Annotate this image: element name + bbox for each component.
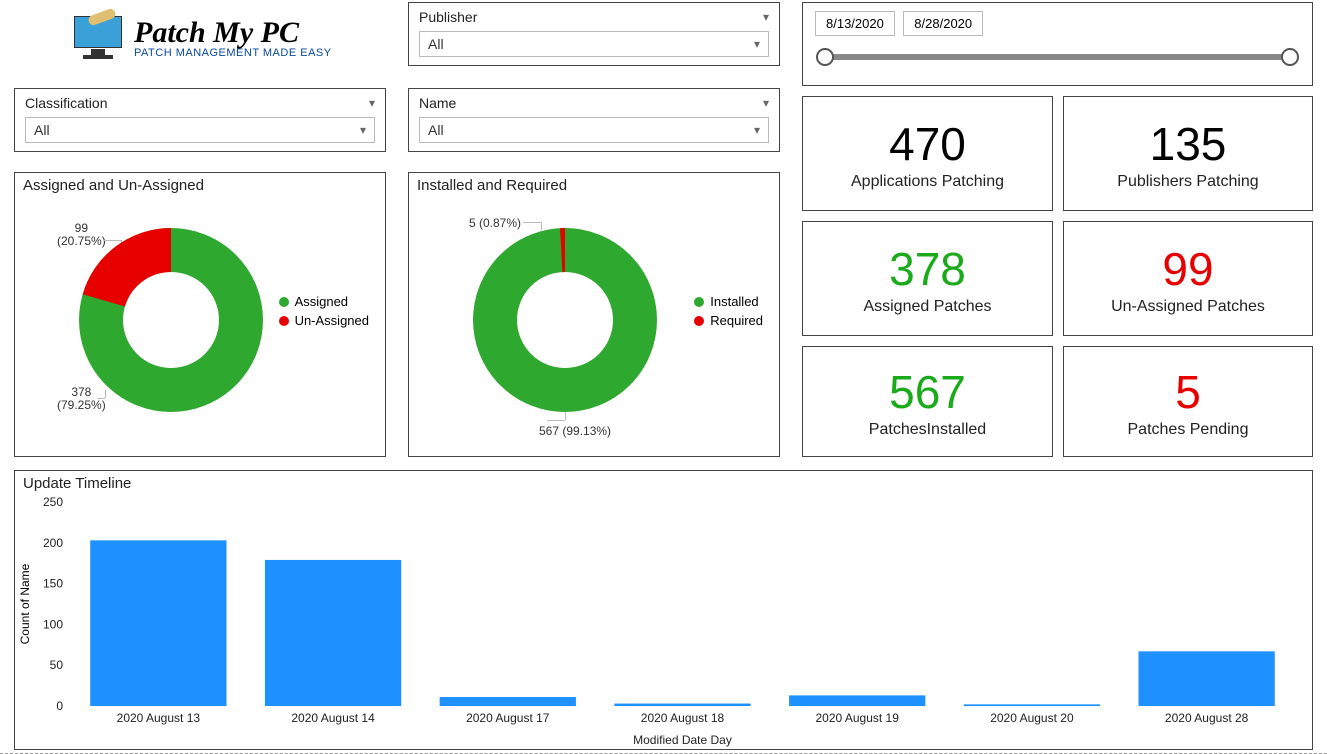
kpi-label: Un-Assigned Patches [1111,298,1265,316]
date-slider-handle-start[interactable] [816,48,834,66]
chart-title: Installed and Required [409,173,779,198]
kpi-unassigned-patches[interactable]: 99 Un-Assigned Patches [1063,221,1313,336]
svg-text:Count of Name: Count of Name [18,563,32,644]
chart-legend: Assigned Un-Assigned [279,294,369,332]
kpi-label: Patches Pending [1128,421,1249,439]
svg-text:Modified Date Day: Modified Date Day [633,733,732,747]
logo-icon [70,12,128,64]
kpi-value: 378 [889,242,966,296]
chart-title: Assigned and Un-Assigned [15,173,385,198]
chevron-down-icon[interactable]: ▾ [763,10,769,24]
legend-label: Required [710,313,763,328]
filter-classification-value: All [34,122,50,138]
bar-chart-svg: 0 50 100 150 200 250 2020 August 13 2020 August… [15,496,1314,748]
filter-name-label: Name [419,95,456,111]
logo-main-text: Patch My PC [134,18,332,48]
donut-svg-installed [465,220,665,420]
kpi-patches-pending[interactable]: 5 Patches Pending [1063,346,1313,457]
filter-publisher-label: Publisher [419,9,477,25]
svg-text:100: 100 [43,617,63,631]
legend-label: Assigned [295,294,348,309]
legend-item[interactable]: Assigned [279,294,369,309]
svg-text:2020 August 20: 2020 August 20 [990,711,1074,725]
chevron-down-icon[interactable]: ▾ [369,96,375,110]
chart-assigned-unassigned[interactable]: Assigned and Un-Assigned 99 (20.75%) 378… [14,172,386,457]
filter-classification: Classification ▾ All ▾ [14,88,386,152]
svg-text:2020 August 17: 2020 August 17 [466,711,550,725]
kpi-applications-patching[interactable]: 470 Applications Patching [802,96,1053,211]
kpi-publishers-patching[interactable]: 135 Publishers Patching [1063,96,1313,211]
chevron-down-icon[interactable]: ▾ [763,96,769,110]
date-slider-track[interactable] [825,54,1290,60]
chart-update-timeline[interactable]: Update Timeline 0 50 100 150 200 250 2020 Augu… [14,470,1313,750]
svg-text:2020 August 14: 2020 August 14 [291,711,375,725]
kpi-label: Assigned Patches [863,298,991,316]
legend-dot-icon [694,316,704,326]
filter-publisher-value: All [428,36,444,52]
chart-legend: Installed Required [694,294,763,332]
date-range-card: 8/13/2020 8/28/2020 [802,2,1313,86]
kpi-patches-installed[interactable]: 567 PatchesInstalled [802,346,1053,457]
legend-label: Un-Assigned [295,313,369,328]
donut-svg-assigned [71,220,271,420]
svg-text:250: 250 [43,496,63,509]
legend-dot-icon [279,316,289,326]
filter-classification-select[interactable]: All ▾ [25,117,375,143]
chart-title: Update Timeline [15,471,1312,496]
legend-dot-icon [279,297,289,307]
kpi-value: 135 [1150,117,1227,171]
legend-item[interactable]: Un-Assigned [279,313,369,328]
svg-text:2020 August 28: 2020 August 28 [1165,711,1249,725]
svg-text:150: 150 [43,577,63,591]
kpi-value: 470 [889,117,966,171]
kpi-value: 567 [889,365,966,419]
svg-text:50: 50 [50,658,64,672]
chart-installed-required[interactable]: Installed and Required 5 (0.87%) 567 (99… [408,172,780,457]
kpi-label: Publishers Patching [1117,173,1258,191]
chevron-down-icon: ▾ [360,123,366,137]
leader-line [547,420,565,421]
date-start-input[interactable]: 8/13/2020 [815,11,895,36]
filter-name-select[interactable]: All ▾ [419,117,769,143]
kpi-label: PatchesInstalled [869,421,986,439]
logo-sub-text: PATCH MANAGEMENT MADE EASY [134,48,332,59]
chevron-down-icon: ▾ [754,37,760,51]
filter-publisher: Publisher ▾ All ▾ [408,2,780,66]
svg-text:200: 200 [43,536,63,550]
legend-dot-icon [694,297,704,307]
kpi-value: 99 [1162,242,1213,296]
chevron-down-icon: ▾ [754,123,760,137]
svg-text:2020 August 18: 2020 August 18 [641,711,725,725]
filter-publisher-select[interactable]: All ▾ [419,31,769,57]
legend-item[interactable]: Installed [694,294,763,309]
legend-item[interactable]: Required [694,313,763,328]
filter-name-value: All [428,122,444,138]
filter-classification-label: Classification [25,95,107,111]
svg-text:0: 0 [56,699,63,713]
filter-name: Name ▾ All ▾ [408,88,780,152]
donut-label-installed: 567 (99.13%) [539,424,611,438]
kpi-assigned-patches[interactable]: 378 Assigned Patches [802,221,1053,336]
date-end-input[interactable]: 8/28/2020 [903,11,983,36]
kpi-label: Applications Patching [851,173,1004,191]
legend-label: Installed [710,294,758,309]
date-slider-handle-end[interactable] [1281,48,1299,66]
svg-text:2020 August 19: 2020 August 19 [816,711,900,725]
svg-text:2020 August 13: 2020 August 13 [117,711,201,725]
kpi-value: 5 [1175,365,1201,419]
logo: Patch My PC PATCH MANAGEMENT MADE EASY [70,12,332,64]
